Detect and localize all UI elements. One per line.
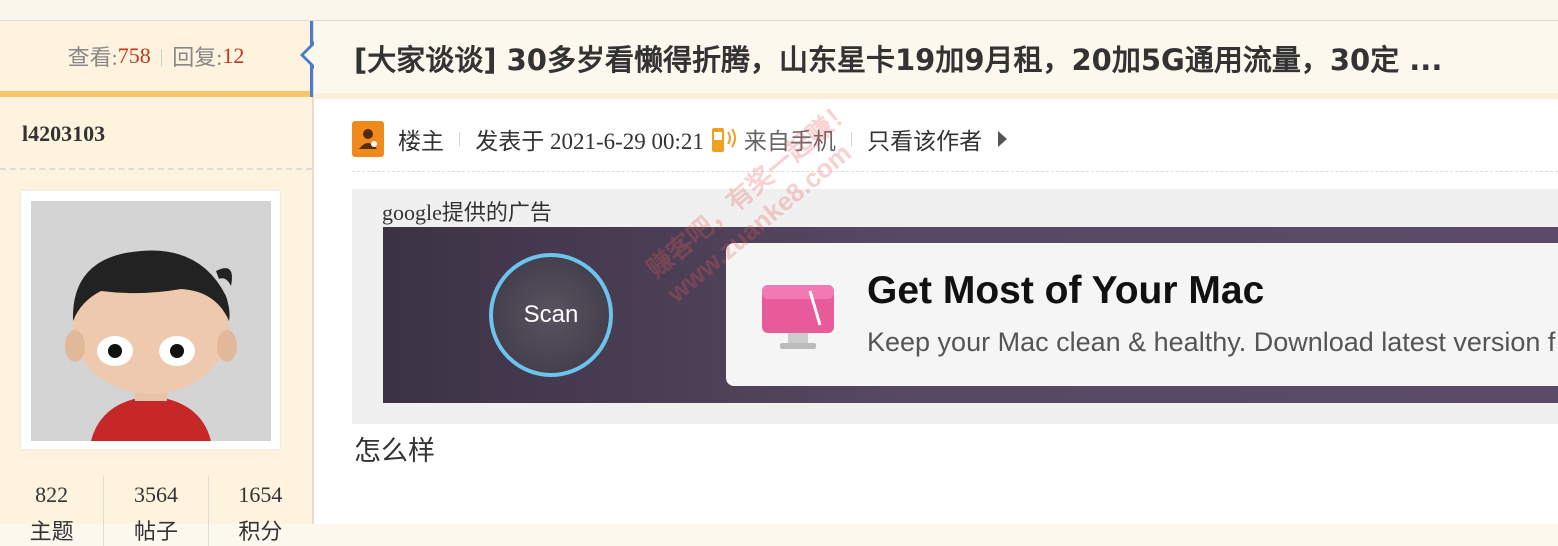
avatar-illustration	[31, 201, 271, 441]
post-meta: 楼主 | 发表于 2021-6-29 00:21 来自手机 | 只看该作者	[352, 121, 1008, 157]
thread-title: [大家谈谈] 30多岁看懒得折腾，山东星卡19加9月租，20加5G通用流量，30…	[354, 43, 1443, 77]
author-username[interactable]: l4203103	[22, 121, 105, 147]
views-label: 查看:	[67, 45, 118, 70]
post-body: 怎么样	[354, 436, 435, 466]
count-label: 主题	[29, 519, 74, 544]
post-timestamp: 发表于 2021-6-29 00:21	[475, 129, 704, 154]
count-value: 822	[35, 482, 69, 507]
avatar-frame[interactable]	[21, 191, 280, 449]
divider	[0, 168, 312, 170]
pointer-arrow-inner	[304, 44, 315, 66]
meta-separator: |	[849, 130, 854, 147]
ad-label: google提供的广告	[382, 200, 552, 225]
ad-card[interactable]: Get Most of Your Mac Keep your Mac clean…	[726, 243, 1558, 386]
ad-block: google提供的广告 Scan Get Most of Your Mac Ke…	[352, 189, 1558, 424]
ad-headline: Get Most of Your Mac	[867, 269, 1265, 312]
count-value: 3564	[133, 482, 178, 507]
author-counts: 822 主题 3564 帖子 1654 积分	[0, 476, 312, 546]
post-area: [大家谈谈] 30多岁看懒得折腾，山东星卡19加9月租，20加5G通用流量，30…	[300, 21, 1558, 524]
count-topics[interactable]: 822 主题	[0, 476, 105, 546]
count-value: 1654	[238, 482, 283, 507]
mobile-phone-icon	[710, 124, 744, 154]
only-author-link[interactable]: 只看该作者	[867, 122, 982, 156]
post-source: 来自手机	[743, 129, 836, 154]
thread-stats: 查看: 758 | 回复: 12	[0, 21, 312, 97]
count-points[interactable]: 1654 积分	[209, 476, 312, 546]
thread-owner-label: 楼主	[398, 129, 444, 154]
stats-separator: |	[159, 45, 164, 66]
thread-owner-icon	[352, 121, 384, 157]
replies-label: 回复:	[172, 45, 223, 70]
count-posts[interactable]: 3564 帖子	[104, 476, 209, 546]
avatar[interactable]	[31, 201, 271, 441]
thread-title-bar: [大家谈谈] 30多岁看懒得折腾，山东星卡19加9月租，20加5G通用流量，30…	[300, 21, 1558, 99]
top-bar	[0, 0, 1558, 21]
ad-subline: Keep your Mac clean & healthy. Download …	[867, 327, 1556, 357]
count-label: 帖子	[133, 519, 178, 544]
views-count: 758	[117, 43, 151, 68]
meta-divider	[352, 171, 1558, 172]
scan-button[interactable]: Scan	[489, 253, 613, 377]
monitor-icon	[762, 285, 834, 349]
replies-count: 12	[222, 43, 245, 68]
author-sidebar: 查看: 758 | 回复: 12 l4203103 822 主题 3564 帖子…	[0, 21, 312, 546]
ad-banner[interactable]: Scan Get Most of Your Mac Keep your Mac …	[383, 227, 1558, 403]
meta-separator: |	[458, 130, 462, 147]
play-arrow-icon[interactable]	[998, 131, 1008, 147]
count-label: 积分	[238, 519, 283, 544]
